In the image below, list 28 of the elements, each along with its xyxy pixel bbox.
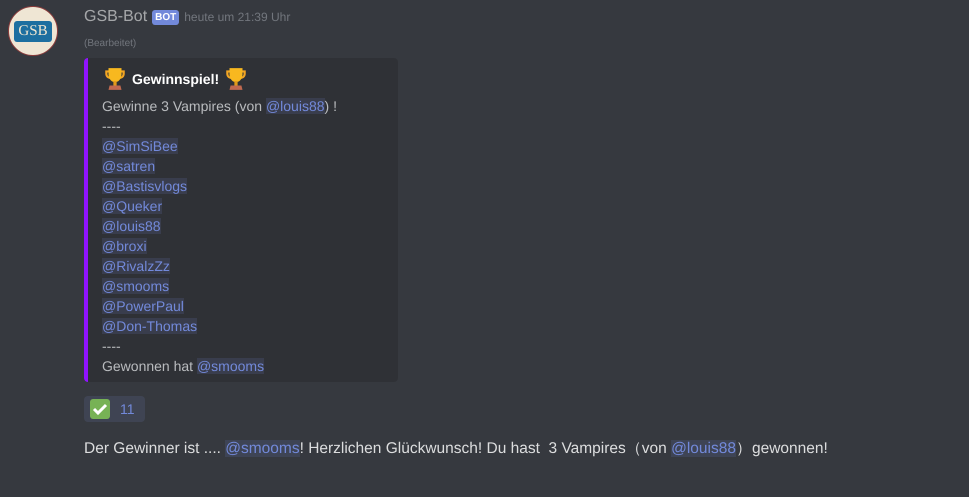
embed-title: Gewinnspiel! xyxy=(132,71,220,87)
author-name[interactable]: GSB-Bot xyxy=(84,8,148,26)
embed-line: ---- xyxy=(102,117,122,136)
check-mark-icon xyxy=(90,399,110,419)
embed-line: Gewinne 3 Vampires (von @louis88) ! xyxy=(102,97,338,116)
user-mention[interactable]: @smooms xyxy=(102,278,170,294)
embed-line: ---- xyxy=(102,337,122,356)
user-mention[interactable]: @smooms xyxy=(225,440,300,457)
user-mention[interactable]: @smooms xyxy=(196,358,264,374)
user-mention[interactable]: @Queker xyxy=(102,198,162,214)
user-mention[interactable]: @satren xyxy=(102,158,156,174)
message-text: Der Gewinner ist .... @smooms! Herzlichen Glückwunsch! Du hast 3 Vampires（von @louis88）gewonnen! xyxy=(84,439,828,459)
user-mention[interactable]: @RivalzZz xyxy=(102,258,170,274)
reaction-button[interactable]: 11 xyxy=(84,396,145,422)
user-mention[interactable]: @louis88 xyxy=(671,440,736,457)
user-mention[interactable]: @louis88 xyxy=(266,98,325,114)
avatar-logo-text: GSB xyxy=(14,20,52,42)
user-mention[interactable]: @louis88 xyxy=(102,218,161,234)
user-mention[interactable]: @SimSiBee xyxy=(102,138,178,154)
bot-avatar[interactable]: GSB xyxy=(8,6,58,56)
bot-tag: BOT xyxy=(152,10,180,24)
embed-line: Gewonnen hat @smooms xyxy=(102,357,266,376)
user-mention[interactable]: @Bastisvlogs xyxy=(102,178,188,194)
edited-label: (Bearbeitet) xyxy=(84,38,136,49)
timestamp: heute um 21:39 Uhr xyxy=(184,10,290,24)
user-mention[interactable]: @Don-Thomas xyxy=(102,318,198,334)
user-mention[interactable]: @PowerPaul xyxy=(102,298,184,314)
user-mention[interactable]: @broxi xyxy=(102,238,147,254)
